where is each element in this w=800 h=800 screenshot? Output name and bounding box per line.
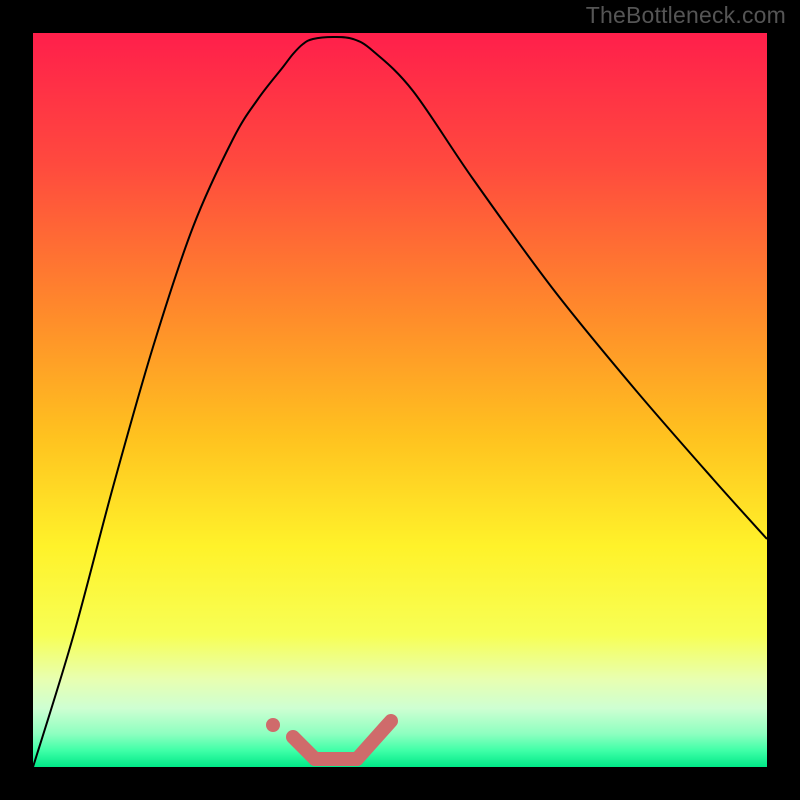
curve-overlay [33,33,767,767]
chart-frame: TheBottleneck.com [0,0,800,800]
watermark-text: TheBottleneck.com [586,2,786,29]
optimal-markers [266,718,391,759]
bottleneck-curve [33,37,767,767]
plot-area [33,33,767,767]
